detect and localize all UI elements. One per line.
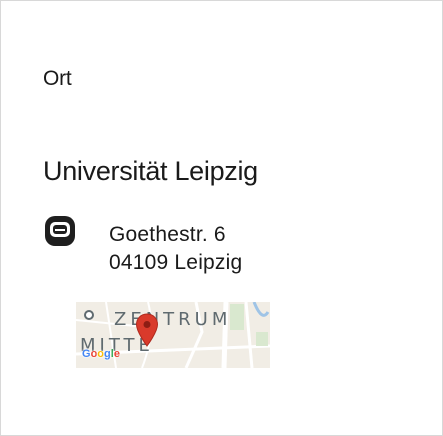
location-card: Ort Universität Leipzig Goethestr. 6 041… <box>0 0 443 436</box>
google-logo: Google <box>82 348 120 360</box>
venue-name: Universität Leipzig <box>43 156 258 186</box>
address: Goethestr. 6 04109 Leipzig <box>45 216 405 286</box>
address-lines: Goethestr. 6 04109 Leipzig <box>109 221 242 277</box>
map-thumbnail[interactable]: ZENTRUM MITTE Google <box>76 302 270 368</box>
map-pin-icon <box>135 313 159 347</box>
section-label: Ort <box>43 67 72 90</box>
address-postal-city: 04109 Leipzig <box>109 251 243 274</box>
address-street: Goethestr. 6 <box>109 223 226 246</box>
location-icon <box>45 216 75 246</box>
map-label-district: ZENTRUM <box>114 309 232 330</box>
